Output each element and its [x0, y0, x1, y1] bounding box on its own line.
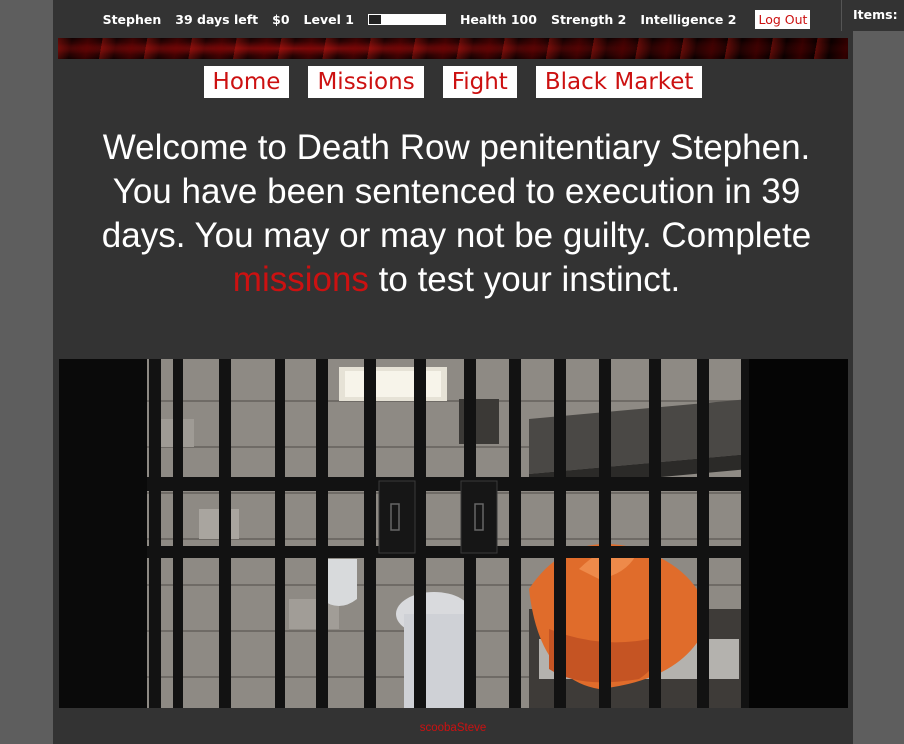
welcome-text-before: Welcome to Death Row penitentiary Stephe…: [101, 128, 812, 255]
level-progress-empty: [381, 15, 444, 23]
welcome-text-after: to test your instinct.: [368, 260, 681, 299]
header-banner: [58, 38, 848, 59]
days-left: 39 days left: [175, 11, 259, 27]
health: Health 100: [459, 11, 537, 27]
main-nav: Home Missions Fight Black Market: [53, 66, 853, 98]
welcome-message: Welcome to Death Row penitentiary Stephe…: [93, 126, 820, 302]
page-container: Stephen 39 days left $0 Level 1 Health 1…: [53, 0, 853, 744]
footer-credit: scoobaSteve: [419, 722, 487, 734]
missions-link[interactable]: missions: [233, 260, 369, 299]
nav-fight[interactable]: Fight: [442, 66, 517, 98]
nav-black-market[interactable]: Black Market: [535, 66, 703, 98]
level-progress-fill: [368, 14, 382, 24]
nav-home[interactable]: Home: [203, 66, 290, 98]
strength: Strength 2: [550, 11, 627, 27]
prison-cell-image: [59, 359, 848, 708]
player-name: Stephen: [102, 11, 162, 27]
level: Level 1: [303, 11, 354, 27]
nav-missions[interactable]: Missions: [308, 66, 424, 98]
intelligence: Intelligence 2: [640, 11, 737, 27]
money: $0: [272, 11, 290, 27]
items-panel: Items:: [841, 0, 904, 31]
logout-button[interactable]: Log Out: [755, 9, 811, 29]
items-label: Items:: [853, 7, 898, 22]
level-progress-bar: [367, 13, 446, 25]
status-bar: Stephen 39 days left $0 Level 1 Health 1…: [53, 0, 853, 38]
